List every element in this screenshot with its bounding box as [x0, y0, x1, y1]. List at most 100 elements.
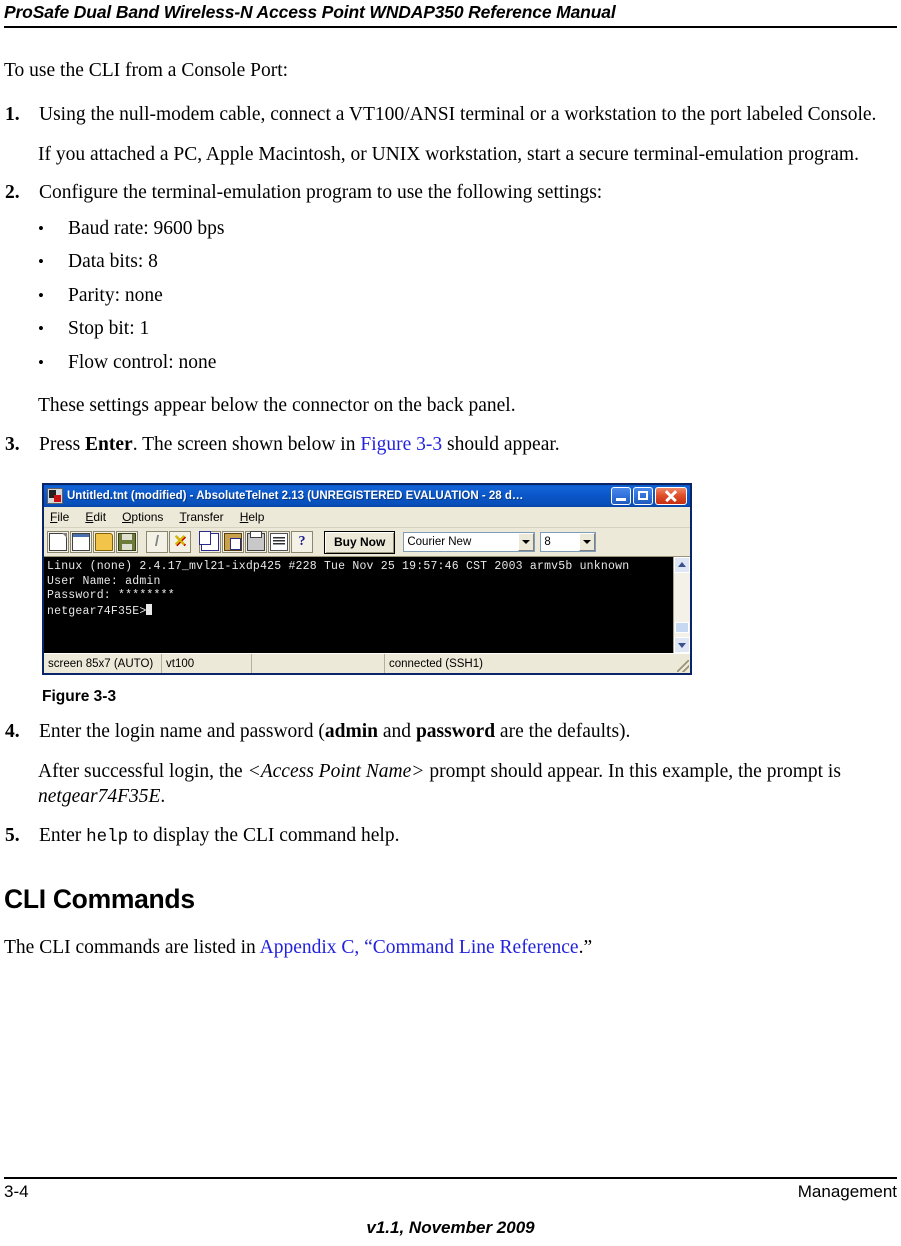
chevron-down-icon[interactable]	[518, 533, 535, 551]
bullet-label: Flow control: none	[68, 351, 217, 373]
status-emulation: vt100	[162, 654, 252, 673]
step-3-seg3: should appear.	[442, 433, 560, 455]
step-1-text: Using the null-modem cable, connect a VT…	[39, 104, 877, 125]
cli-commands-paragraph: The CLI commands are listed in Appendix …	[4, 935, 890, 960]
menu-options[interactable]: Options	[122, 510, 163, 524]
menu-help-rest: elp	[248, 510, 265, 524]
appendix-c-link[interactable]: Appendix C, “Command Line Reference	[260, 937, 579, 958]
help-icon[interactable]: ?	[291, 531, 313, 553]
step-2-text: Configure the terminal-emulation program…	[39, 182, 603, 203]
resize-grip-icon[interactable]	[677, 660, 689, 672]
maximize-button[interactable]	[633, 487, 653, 505]
scroll-up-arrow[interactable]	[674, 557, 690, 573]
menu-transfer-rest: ransfer	[186, 510, 224, 524]
terminal-line: User Name: admin	[47, 574, 161, 588]
step-4-number: 4.	[5, 721, 20, 742]
terminal-line: Password: ********	[47, 589, 175, 602]
default-password: password	[415, 721, 496, 742]
minimize-button[interactable]	[611, 487, 631, 505]
step-5: 5. Enter help to display the CLI command…	[4, 823, 890, 851]
telnet-screen-row: Linux (none) 2.4.17_mvl21-ixdp425 #228 T…	[44, 557, 690, 653]
status-connection-text: connected (SSH1)	[389, 657, 483, 670]
step-4-sub-seg3: .	[160, 786, 166, 807]
chevron-down-icon[interactable]	[579, 533, 596, 551]
new-document-icon[interactable]	[47, 531, 69, 553]
scroll-down-arrow[interactable]	[674, 637, 690, 653]
menu-edit[interactable]: Edit	[85, 510, 106, 524]
page-header: ProSafe Dual Band Wireless-N Access Poin…	[0, 0, 901, 28]
bullet-dot-icon: •	[38, 352, 44, 372]
example-prompt-name: netgear74F35E	[38, 786, 161, 807]
telnet-title-bar: Untitled.tnt (modified) - AbsoluteTelnet…	[44, 485, 690, 507]
menu-transfer[interactable]: Transfer	[179, 510, 223, 524]
buy-now-button[interactable]: Buy Now	[324, 530, 396, 554]
font-size-value: 8	[544, 536, 551, 548]
step-1-subparagraph: If you attached a PC, Apple Macintosh, o…	[38, 143, 859, 165]
font-size-select[interactable]: 8	[540, 532, 597, 552]
connect-icon[interactable]: /	[146, 531, 168, 553]
step-1: 1. Using the null-modem cable, connect a…	[4, 102, 890, 128]
step-5-seg1: Enter	[39, 824, 87, 846]
terminal-scrollbar[interactable]	[673, 557, 690, 653]
step-3: 3. Press Enter. The screen shown below i…	[4, 432, 890, 458]
intro-paragraph: To use the CLI from a Console Port:	[4, 60, 289, 81]
menu-file-rest: ile	[57, 510, 70, 524]
window-controls	[611, 487, 688, 505]
telnet-menu-bar: File Edit Options Transfer Help	[44, 507, 690, 528]
disconnect-icon[interactable]: ✕	[169, 531, 191, 553]
log-icon[interactable]	[268, 531, 290, 553]
step-2-subparagraph: These settings appear below the connecto…	[38, 395, 516, 416]
step-3-text: Press Enter. The screen shown below in F…	[39, 432, 890, 458]
cli-para-seg1: The CLI commands are listed in	[4, 937, 260, 958]
bullet-dot-icon: •	[38, 252, 44, 271]
step-1-number: 1.	[5, 104, 20, 125]
telnet-window-title: Untitled.tnt (modified) - AbsoluteTelnet…	[67, 490, 524, 502]
header-divider	[4, 26, 897, 28]
status-screen-size: screen 85x7 (AUTO)	[44, 654, 162, 673]
figure-3-3-block: Untitled.tnt (modified) - AbsoluteTelnet…	[42, 483, 890, 706]
status-connection: connected (SSH1)	[385, 654, 690, 673]
menu-options-accel: O	[122, 510, 132, 524]
menu-options-rest: ptions	[131, 510, 164, 524]
step-4: 4. Enter the login name and password (ad…	[4, 719, 890, 745]
bullet-item: • Data bits: 8	[38, 245, 890, 279]
enter-key-label: Enter	[85, 433, 133, 455]
menu-help[interactable]: Help	[240, 510, 265, 524]
bullet-label: Baud rate: 9600 bps	[68, 217, 225, 239]
print-icon[interactable]	[245, 531, 267, 553]
footer-row: 3-4 Management	[4, 1179, 897, 1202]
new-window-icon[interactable]	[70, 531, 92, 553]
terminal-prompt-line: netgear74F35E>	[47, 603, 673, 620]
bullet-dot-icon: •	[38, 285, 44, 305]
font-family-value: Courier New	[407, 536, 472, 548]
step-4-seg2: and	[378, 721, 416, 742]
step-4-sub-seg1: After successful login, the	[38, 760, 248, 782]
help-command-literal: help	[86, 826, 129, 847]
copy-icon[interactable]	[199, 531, 221, 553]
close-button[interactable]	[655, 487, 687, 505]
scrollbar-thumb[interactable]	[675, 622, 689, 633]
telnet-window: Untitled.tnt (modified) - AbsoluteTelnet…	[42, 483, 692, 675]
save-icon[interactable]	[116, 531, 138, 553]
font-family-select[interactable]: Courier New	[403, 532, 536, 552]
figure-3-3-link[interactable]: Figure 3-3	[360, 434, 442, 455]
bullet-item: • Flow control: none	[38, 346, 890, 380]
step-3-seg2: . The screen shown below in	[132, 433, 361, 455]
terminal-cursor	[146, 603, 153, 615]
step-4-seg3: are the defaults).	[495, 721, 631, 742]
menu-file[interactable]: File	[50, 510, 69, 524]
open-folder-icon[interactable]	[93, 531, 115, 553]
running-header-title: ProSafe Dual Band Wireless-N Access Poin…	[4, 2, 616, 22]
bullet-dot-icon: •	[38, 218, 44, 238]
scrollbar-track[interactable]	[674, 573, 690, 637]
step-4-subparagraph: After successful login, the <Access Poin…	[38, 759, 890, 810]
terminal-prompt-text: netgear74F35E>	[47, 604, 147, 618]
paste-icon[interactable]	[222, 531, 244, 553]
step-4-sub-seg2: prompt should appear. In this example, t…	[424, 760, 841, 782]
terminal-screen[interactable]: Linux (none) 2.4.17_mvl21-ixdp425 #228 T…	[44, 557, 673, 653]
step-3-number: 3.	[5, 433, 20, 455]
step-5-text: Enter help to display the CLI command he…	[39, 823, 890, 851]
chapter-name: Management	[797, 1182, 897, 1201]
page-number: 3-4	[4, 1182, 29, 1201]
default-username: admin	[324, 721, 379, 742]
